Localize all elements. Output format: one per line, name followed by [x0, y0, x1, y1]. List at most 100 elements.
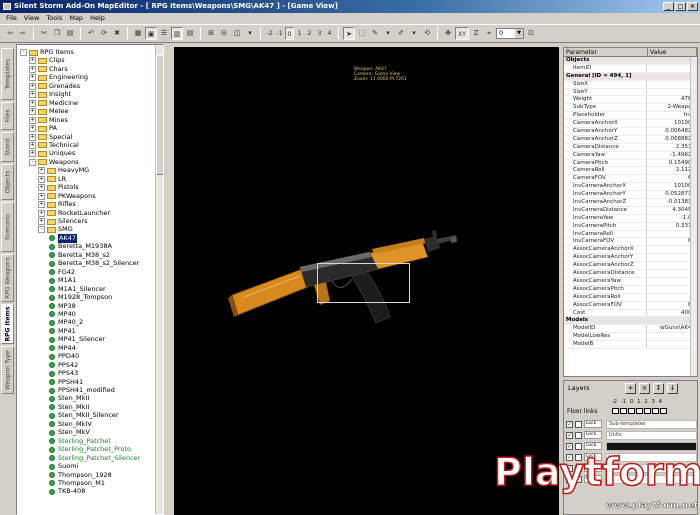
- level-2[interactable]: 2: [305, 27, 314, 40]
- expand-icon[interactable]: +: [29, 141, 36, 149]
- column-parameter[interactable]: Parameter: [564, 48, 648, 56]
- expand-icon[interactable]: +: [38, 184, 45, 192]
- z-axis-button[interactable]: Z: [470, 27, 482, 40]
- property-row[interactable]: CameraPitch 0.154906: [564, 159, 697, 168]
- property-row[interactable]: SubType 2-Weapon: [564, 104, 697, 113]
- list-view-icon[interactable]: ☰: [158, 27, 170, 40]
- tree-scroll-thumb[interactable]: [156, 55, 163, 175]
- layer-visible-checkbox[interactable]: ✓: [566, 420, 573, 428]
- property-row[interactable]: InvCameraYaw -1.05: [564, 214, 697, 223]
- rotate-icon[interactable]: ⟲: [421, 27, 433, 40]
- expand-icon[interactable]: +: [38, 192, 45, 200]
- property-row[interactable]: AssocCameraDistance: [564, 270, 697, 278]
- tab-templates[interactable]: Templates: [1, 48, 14, 100]
- expand-icon[interactable]: +: [29, 99, 36, 107]
- expand-icon[interactable]: +: [38, 218, 45, 225]
- collapse-icon[interactable]: -: [20, 49, 27, 56]
- expand-icon[interactable]: +: [29, 74, 36, 82]
- property-row[interactable]: ModelLowRes: [564, 333, 697, 342]
- floor-link-box[interactable]: [652, 408, 659, 414]
- tree-item[interactable]: TKB-408: [47, 487, 85, 496]
- layer-lock-checkbox[interactable]: [575, 431, 582, 439]
- menu-file[interactable]: File: [6, 13, 17, 24]
- paste-icon[interactable]: ▤: [64, 27, 76, 40]
- properties-panel[interactable]: Parameter Value Objects ItemID General [ID…: [563, 47, 698, 377]
- property-row[interactable]: CameraAnchorY 0.0064826: [564, 128, 697, 136]
- property-row[interactable]: CameraDistance 2.3539: [564, 143, 697, 152]
- delete-layer-button[interactable]: ×: [639, 383, 650, 394]
- pencil-icon[interactable]: ✎: [369, 27, 381, 40]
- xy-plane-button[interactable]: XY: [455, 27, 469, 40]
- expand-icon[interactable]: +: [29, 116, 36, 124]
- collapse-icon[interactable]: -: [38, 226, 45, 234]
- move-layer-button[interactable]: ↕: [653, 383, 664, 394]
- layer-lock-checkbox[interactable]: [575, 442, 582, 450]
- expand-icon[interactable]: +: [38, 167, 45, 175]
- property-row[interactable]: AssocCameraAnchorZ: [564, 262, 697, 271]
- snap-icon[interactable]: ⌖: [483, 27, 495, 40]
- select-cursor-icon[interactable]: ➤: [343, 27, 355, 40]
- tree-scrollbar[interactable]: [155, 45, 163, 514]
- tab-rpg-weapons[interactable]: RPG Weapons: [1, 254, 14, 302]
- expand-icon[interactable]: +: [29, 65, 36, 73]
- menu-view[interactable]: View: [24, 13, 39, 24]
- properties-icon[interactable]: ▦: [132, 27, 144, 40]
- property-row[interactable]: InvCameraRoll0: [564, 230, 697, 239]
- collapse-icon[interactable]: -: [29, 158, 36, 166]
- level-4[interactable]: 4: [325, 27, 334, 40]
- tab-weapon-type[interactable]: Weapon Type: [1, 346, 14, 394]
- property-row[interactable]: Placeholdertrue: [564, 112, 697, 121]
- refresh-icon[interactable]: ⟳: [98, 27, 110, 40]
- property-row[interactable]: AssocCameraPitch: [564, 285, 697, 294]
- forward-arrow-icon[interactable]: ⇨: [17, 27, 29, 40]
- property-row[interactable]: Weight 4780: [564, 96, 697, 105]
- property-row[interactable]: InvCameraDistance 4.30454: [564, 206, 697, 215]
- tab-stand[interactable]: Stand: [1, 132, 14, 162]
- tree-view-icon[interactable]: ▥: [171, 27, 183, 40]
- level-minus-2[interactable]: -2: [265, 27, 274, 40]
- back-arrow-icon[interactable]: ⇦: [4, 27, 16, 40]
- expand-icon[interactable]: +: [29, 91, 36, 99]
- property-group[interactable]: General [ID = 494, 1]: [564, 72, 697, 81]
- property-row[interactable]: AssocCameraRoll0: [564, 293, 697, 302]
- dropdown-arrow-icon[interactable]: ▾: [244, 27, 256, 40]
- tab-objects[interactable]: Objects: [1, 164, 14, 200]
- game-viewport[interactable]: Weapon: AK47 Camera: Game View Zoom: 11.…: [174, 47, 559, 515]
- delete-icon[interactable]: ✖: [111, 27, 123, 40]
- copy-icon[interactable]: ❐: [51, 27, 63, 40]
- property-group[interactable]: Objects: [564, 57, 697, 65]
- minimize-button[interactable]: _: [663, 2, 674, 11]
- layers-icon[interactable]: ◫: [231, 27, 243, 40]
- property-row[interactable]: AssocCameraYaw: [564, 277, 697, 286]
- grid-view-icon[interactable]: ▣: [145, 27, 157, 40]
- level-3[interactable]: 3: [315, 27, 324, 40]
- floor-link-box[interactable]: [660, 408, 667, 414]
- property-row[interactable]: AssocCameraAnchorX: [564, 246, 697, 255]
- property-row[interactable]: CameraAnchorX 101003: [564, 120, 697, 129]
- box-select-icon[interactable]: ⬚: [356, 27, 368, 40]
- expand-icon[interactable]: +: [29, 82, 36, 90]
- property-row[interactable]: InvCameraAnchorZ -0.013833: [564, 199, 697, 207]
- paint-icon[interactable]: ✐: [395, 27, 407, 40]
- tool-dropdown-icon[interactable]: ▾: [382, 27, 394, 40]
- property-row[interactable]: CameraAnchorZ 0.0688823: [564, 135, 697, 144]
- property-row[interactable]: Cost 4000: [564, 309, 697, 318]
- level-0[interactable]: 0: [285, 27, 294, 40]
- menu-tools[interactable]: Tools: [46, 13, 62, 24]
- layer-row[interactable]: ✓ Lock Units: [566, 430, 697, 440]
- split-icon[interactable]: ⊟: [218, 27, 230, 40]
- property-row[interactable]: AssocCameraFOV60: [564, 301, 697, 310]
- property-row[interactable]: InvCameraAnchorX 101003: [564, 183, 697, 192]
- floor-link-box[interactable]: [612, 408, 619, 414]
- layer-row[interactable]: ✓ Lock Sub-templates: [566, 419, 697, 429]
- level-1[interactable]: 1: [295, 27, 304, 40]
- property-group[interactable]: Models: [564, 317, 697, 326]
- expand-icon[interactable]: +: [29, 125, 36, 133]
- move-icon[interactable]: ✥: [442, 27, 454, 40]
- expand-icon[interactable]: +: [29, 150, 36, 158]
- property-row[interactable]: InvCameraAnchorY 0.0528733: [564, 191, 697, 200]
- floor-link-box[interactable]: [636, 408, 643, 414]
- brush-dropdown-icon[interactable]: ▾: [408, 27, 420, 40]
- layer-down-button[interactable]: ↓: [667, 383, 678, 394]
- expand-icon[interactable]: +: [38, 201, 45, 209]
